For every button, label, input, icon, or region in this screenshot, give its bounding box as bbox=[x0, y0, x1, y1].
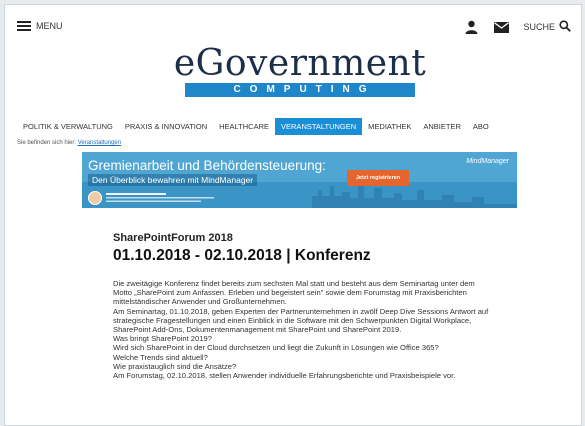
paragraph: Am Seminartag, 01.10.2018, geben Experte… bbox=[113, 306, 489, 335]
site-logo[interactable]: eGovernment COMPUTING bbox=[155, 45, 445, 97]
fine-print-lines bbox=[106, 193, 214, 202]
nav-item-veranstaltungen[interactable]: VERANSTALTUNGEN bbox=[275, 118, 363, 135]
search-label: SUCHE bbox=[523, 22, 555, 32]
paragraph: Welche Trends sind aktuell? bbox=[113, 352, 208, 362]
hamburger-icon bbox=[17, 21, 31, 31]
banner-subtitle: Den Überblick bewahren mit MindManager bbox=[88, 174, 258, 186]
logo-subline: COMPUTING bbox=[185, 83, 415, 97]
article-kicker: SharePointForum 2018 bbox=[113, 232, 233, 244]
header-actions: SUCHE bbox=[463, 19, 571, 35]
page: MENU SUCHE eGovernment COMPUTING POLITIK… bbox=[4, 4, 582, 426]
article: SharePointForum 2018 01.10.2018 - 02.10.… bbox=[113, 232, 493, 380]
paragraph: Die zweitägige Konferenz findet bereits … bbox=[113, 279, 475, 307]
paragraph: Wie praxistauglich sind die Ansätze? bbox=[113, 361, 237, 371]
article-body: Die zweitägige Konferenz findet bereits … bbox=[113, 279, 493, 380]
nav-item-politik[interactable]: POLITIK & VERWALTUNG bbox=[17, 118, 119, 135]
nav-item-anbieter[interactable]: ANBIETER bbox=[417, 118, 467, 135]
article-headline: 01.10.2018 - 02.10.2018 | Konferenz bbox=[113, 247, 371, 264]
speaker-avatar bbox=[88, 191, 102, 205]
mail-icon[interactable] bbox=[493, 19, 509, 35]
paragraph: Am Forumstag, 02.10.2018, stellen Anwend… bbox=[113, 371, 456, 381]
paragraph: Wird sich SharePoint in der Cloud durchs… bbox=[113, 343, 439, 353]
breadcrumb-prefix: Sie befinden sich hier: bbox=[17, 140, 77, 146]
nav-item-mediathek[interactable]: MEDIATHEK bbox=[362, 118, 417, 135]
nav-item-praxis[interactable]: PRAXIS & INNOVATION bbox=[119, 118, 213, 135]
user-icon[interactable] bbox=[463, 19, 479, 35]
nav-item-abo[interactable]: ABO bbox=[467, 118, 495, 135]
paragraph: Was bringt SharePoint 2019? bbox=[113, 334, 212, 344]
search-icon bbox=[559, 20, 571, 34]
breadcrumb: Sie befinden sich hier: Veranstaltungen bbox=[17, 140, 121, 146]
nav-item-healthcare[interactable]: HEALTHCARE bbox=[213, 118, 275, 135]
menu-button[interactable]: MENU bbox=[17, 21, 63, 31]
search-button[interactable]: SUCHE bbox=[523, 20, 571, 34]
main-nav: POLITIK & VERWALTUNG PRAXIS & INNOVATION… bbox=[17, 118, 495, 135]
banner-brand-logo: MindManager bbox=[466, 158, 509, 165]
register-button[interactable]: Jetzt registrieren bbox=[347, 170, 409, 186]
menu-label: MENU bbox=[36, 21, 63, 31]
breadcrumb-link[interactable]: Veranstaltungen bbox=[78, 140, 121, 146]
banner-title: Gremienarbeit und Behördensteuerung: bbox=[88, 158, 326, 173]
ad-banner[interactable]: Gremienarbeit und Behördensteuerung: Den… bbox=[82, 152, 517, 208]
top-bar: MENU SUCHE bbox=[5, 5, 581, 45]
logo-wordmark: eGovernment bbox=[173, 43, 427, 84]
